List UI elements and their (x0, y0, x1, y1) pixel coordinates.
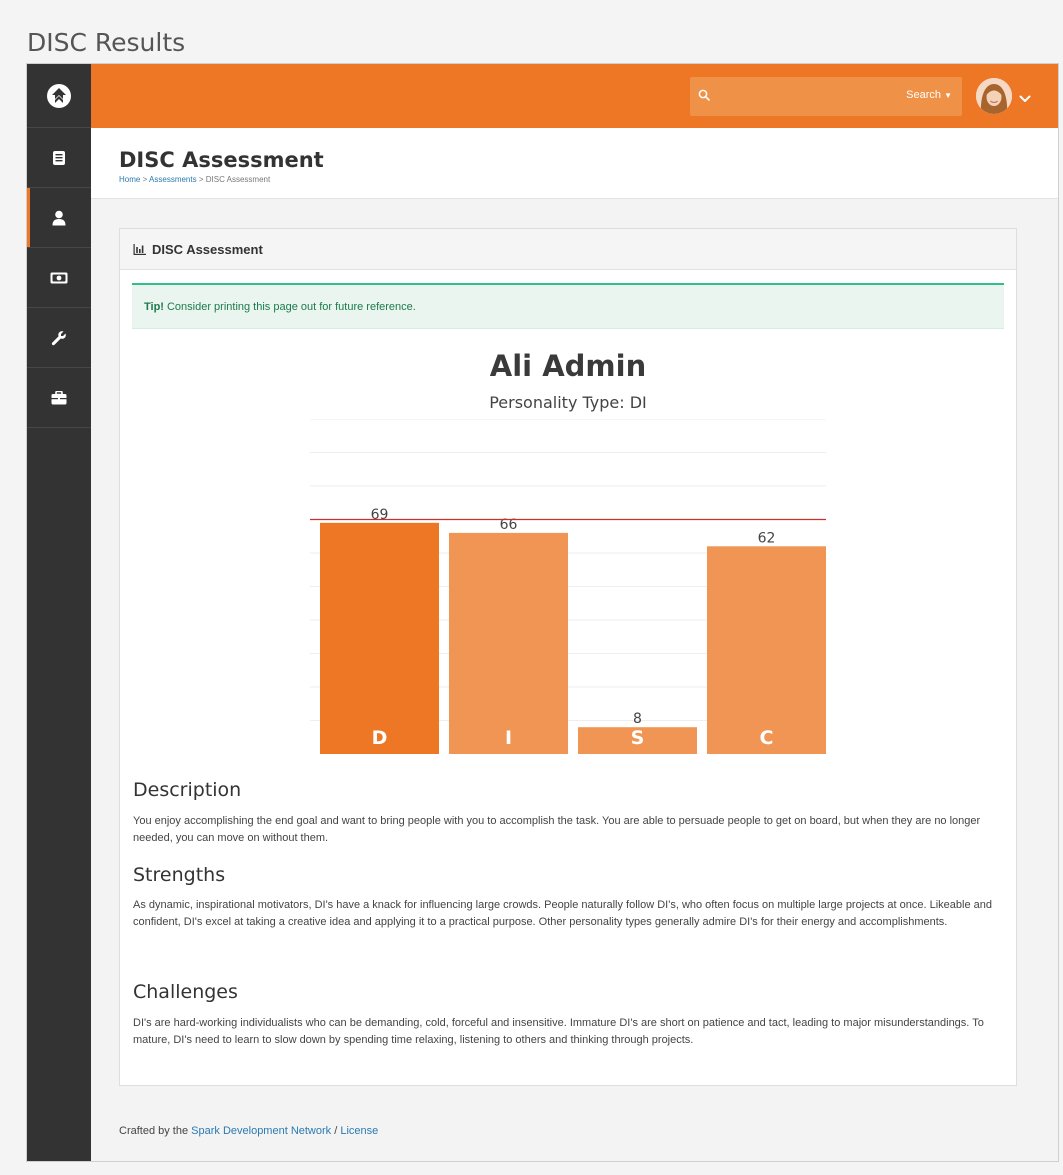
sidebar-item-people[interactable] (27, 188, 91, 248)
chart-category-label: I (505, 727, 512, 749)
chart-data-label: 8 (633, 711, 642, 727)
search-icon (698, 88, 710, 106)
avatar[interactable] (976, 78, 1012, 114)
challenges-text: DI's are hard-working individualists who… (133, 1017, 984, 1046)
breadcrumb-separator: > (198, 175, 204, 184)
app-window: Search ▼ DISC Assessment Home > Assessme… (26, 63, 1059, 1162)
chart-data-label: 69 (371, 507, 389, 523)
search-button-label: Search (906, 89, 942, 101)
person-icon (52, 210, 66, 225)
footer-prefix: Crafted by the (119, 1125, 189, 1137)
search-box[interactable]: Search ▼ (690, 77, 962, 116)
page-title: DISC Assessment (119, 148, 324, 172)
chart-bar-d (320, 522, 439, 754)
footer: Crafted by the Spark Development Network… (119, 1125, 378, 1137)
disc-bar-chart: 69D66I8S62C (310, 419, 826, 754)
rock-logo[interactable] (27, 64, 91, 128)
breadcrumb: Home > Assessments > DISC Assessment (119, 175, 270, 184)
chart-data-label: 62 (758, 530, 776, 546)
top-bar: Search ▼ (91, 64, 1058, 128)
spark-link[interactable]: Spark Development Network (191, 1125, 331, 1137)
sidebar-item-content[interactable] (27, 128, 91, 188)
personality-type: Personality Type: DI (489, 393, 647, 412)
disc-panel: DISC Assessment Tip! Consider printing t… (119, 228, 1017, 1086)
wrench-icon (51, 330, 66, 345)
caret-down-icon: ▼ (944, 91, 952, 100)
breadcrumb-current: DISC Assessment (205, 175, 271, 184)
breadcrumb-separator: > (142, 175, 148, 184)
person-name: Ali Admin (489, 349, 647, 383)
user-photo-icon (976, 78, 1012, 114)
breadcrumb-assessments[interactable]: Assessments (149, 175, 197, 184)
challenges-heading: Challenges (133, 981, 238, 1003)
description-text: You enjoy accomplishing the end goal and… (133, 815, 981, 844)
license-link[interactable]: License (340, 1125, 378, 1137)
page-header: DISC Assessment Home > Assessments > DIS… (91, 128, 1058, 199)
search-input[interactable] (718, 77, 888, 116)
panel-title: DISC Assessment (152, 241, 263, 257)
breadcrumb-home[interactable]: Home (119, 175, 140, 184)
rock-logo-icon (47, 83, 71, 108)
tip-label: Tip! (144, 300, 164, 313)
tip-alert: Tip! Consider printing this page out for… (132, 283, 1004, 329)
strengths-text: As dynamic, inspirational motivators, DI… (133, 899, 992, 928)
sidebar-item-tools[interactable] (27, 308, 91, 368)
money-icon (50, 272, 68, 283)
footer-divider: / (334, 1125, 338, 1137)
search-scope-dropdown[interactable]: Search ▼ (906, 89, 952, 101)
briefcase-icon (51, 390, 67, 404)
sidebar-item-admin[interactable] (27, 368, 91, 428)
book-icon (53, 150, 65, 165)
strengths-heading: Strengths (133, 864, 226, 886)
chart-category-label: C (760, 727, 774, 749)
chart-category-label: S (631, 727, 645, 749)
chart-bar-c (707, 546, 826, 754)
sidebar-item-finance[interactable] (27, 248, 91, 308)
bar-chart-icon (133, 243, 146, 255)
chevron-down-icon[interactable] (1019, 90, 1031, 108)
sidebar (27, 64, 91, 1161)
panel-heading: DISC Assessment (120, 229, 1016, 270)
chart-bar-i (449, 532, 568, 754)
description-heading: Description (133, 779, 242, 801)
image-caption: DISC Results (27, 28, 186, 57)
chart-category-label: D (372, 727, 388, 749)
tip-text: Consider printing this page out for futu… (166, 300, 416, 313)
